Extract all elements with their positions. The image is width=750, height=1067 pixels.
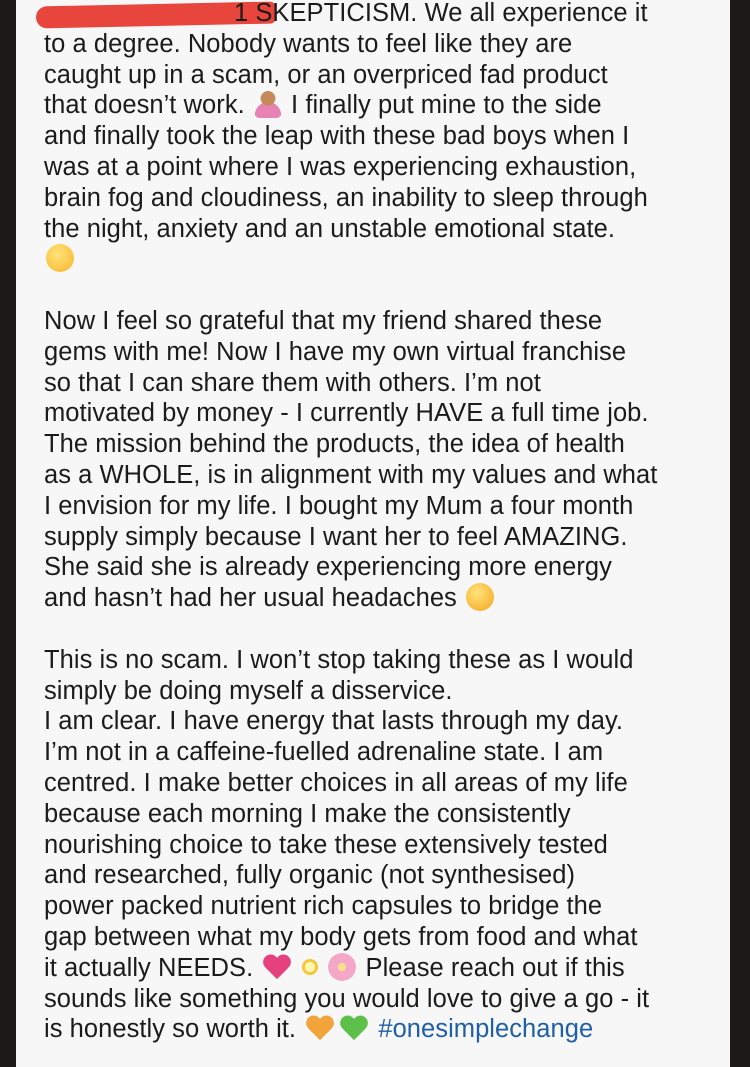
text-line: and hasn’t had her usual headaches [44, 583, 730, 614]
text-line: it actually NEEDS. Please reach out if t… [44, 952, 730, 984]
text-line: centred. I make better choices in all ar… [44, 768, 628, 797]
orange-heart-icon [305, 1014, 335, 1042]
text-line [44, 244, 730, 275]
text-line: because each morning I make the consiste… [44, 799, 571, 828]
text-line: The mission behind the products, the ide… [44, 430, 625, 459]
text-fragment: that doesn’t work. [44, 91, 245, 120]
text-line: I’m not in a caffeine-fuelled adrenaline… [44, 738, 604, 767]
text-line: I envision for my life. I bought my Mum … [44, 491, 634, 520]
text-line: nourishing choice to take these extensiv… [44, 830, 608, 859]
text-line: and researched, fully organic (not synth… [44, 861, 576, 890]
text-line: and finally took the leap with these bad… [44, 122, 630, 151]
hashtag-link[interactable]: #onesimplechange [378, 1015, 593, 1043]
post-body: 1 SKEPTICISM. We all experience it to a … [44, 0, 730, 1045]
text-line: so that I can share them with others. I’… [44, 368, 541, 397]
text-line: to a degree. Nobody wants to feel like t… [44, 29, 573, 58]
person-gesturing-icon [253, 90, 282, 119]
post-text-panel: 1 SKEPTICISM. We all experience it to a … [16, 0, 730, 1067]
text-line: gap between what my body gets from food … [44, 922, 638, 951]
text-line: brain fog and cloudiness, an inability t… [44, 183, 648, 212]
text-line: motivated by money - I currently HAVE a … [44, 399, 649, 428]
text-fragment: and hasn’t had her usual headaches [44, 584, 457, 613]
text-line: I am clear. I have energy that lasts thr… [44, 707, 624, 736]
text-line: was at a point where I was experiencing … [44, 152, 637, 181]
text-fragment: it actually NEEDS. [44, 953, 254, 982]
text-line: This is no scam. I won’t stop taking the… [44, 645, 634, 674]
text-fragment: I finally put mine to the side [291, 91, 602, 120]
text-fragment: is honestly so worth it. [44, 1015, 297, 1044]
green-heart-icon [339, 1014, 369, 1042]
star-struck-face-icon [466, 583, 494, 612]
text-line: that doesn’t work. I finally put mine to… [44, 90, 730, 121]
text-line: caught up in a scam, or an overpriced fa… [44, 60, 608, 89]
text-line: power packed nutrient rich capsules to b… [44, 892, 603, 921]
screen-frame: 1 SKEPTICISM. We all experience it to a … [0, 0, 750, 1067]
text-line: Now I feel so grateful that my friend sh… [44, 306, 603, 335]
glowing-star-icon [296, 952, 325, 981]
text-line: 1 SKEPTICISM. We all experience it [234, 0, 648, 27]
text-line: simply be doing myself a disservice. [44, 676, 453, 705]
text-line: is honestly so worth it. #onesimplechang… [44, 1014, 730, 1045]
text-line: as a WHOLE, is in alignment with my valu… [44, 460, 658, 489]
sleepy-face-icon [46, 244, 74, 273]
sparkling-heart-icon [262, 953, 292, 981]
text-line: gems with me! Now I have my own virtual … [44, 337, 627, 366]
text-line: the night, anxiety and an unstable emoti… [44, 214, 616, 243]
cherry-blossom-icon [328, 952, 357, 981]
text-fragment: Please reach out if this [365, 953, 625, 982]
text-line: She said she is already experiencing mor… [44, 553, 612, 582]
text-line: supply simply because I want her to feel… [44, 522, 628, 551]
text-line: sounds like something you would love to … [44, 984, 650, 1013]
